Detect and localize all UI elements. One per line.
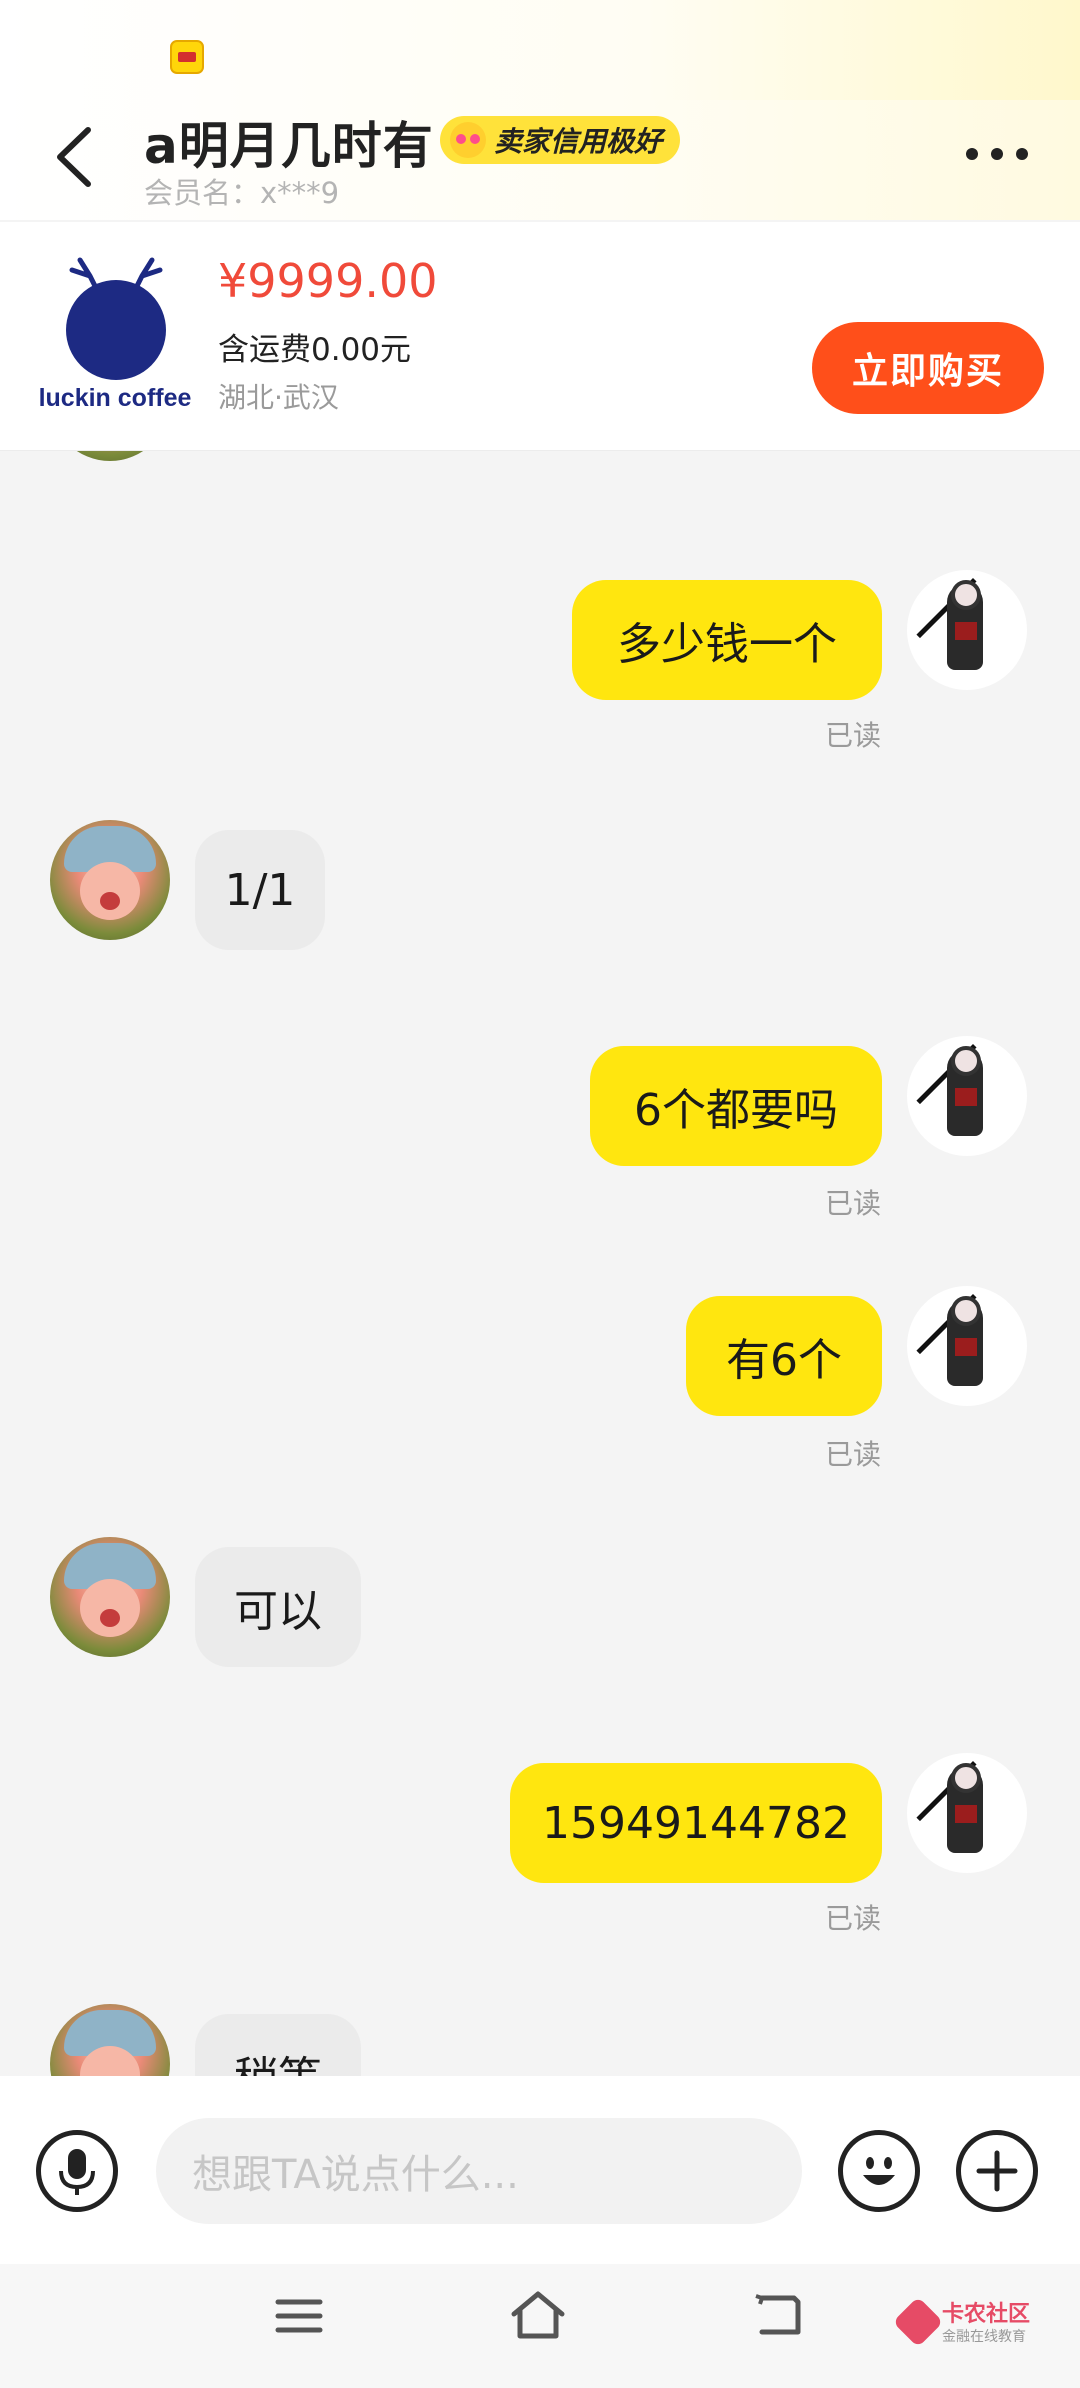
watermark: 卡农社区 金融在线教育: [892, 2296, 1060, 2356]
seller-credit-label: 卖家信用极好: [494, 125, 663, 158]
product-image[interactable]: luckin coffee: [30, 250, 200, 420]
read-status: 已读: [825, 1438, 882, 1471]
seller-avatar[interactable]: [50, 451, 170, 461]
message-bubble[interactable]: 6个都要吗: [590, 1046, 882, 1166]
product-price: ¥9999.00: [218, 254, 438, 308]
chat-list[interactable]: 多少钱一个 已读 1/1 6个都要吗 已读 有6个 已读 可以 15949144…: [0, 451, 1080, 2076]
nav-back-icon[interactable]: [752, 2292, 804, 2340]
nav-home-icon[interactable]: [508, 2290, 568, 2340]
read-status: 已读: [825, 719, 882, 752]
message-bubble[interactable]: 稍等: [195, 2014, 361, 2076]
my-avatar[interactable]: [907, 1286, 1027, 1406]
product-location: 湖北·武汉: [218, 381, 339, 414]
luckin-deer-icon: [66, 280, 166, 380]
plus-icon[interactable]: [956, 2130, 1038, 2212]
back-arrow-icon[interactable]: [48, 122, 108, 192]
read-status: 已读: [825, 1187, 882, 1220]
app-notification-icon: [170, 40, 204, 74]
message-bubble[interactable]: 多少钱一个: [572, 580, 882, 700]
heart-eyes-icon: [450, 122, 486, 158]
seller-name[interactable]: a明月几时有: [144, 106, 434, 178]
message-bubble[interactable]: 可以: [195, 1547, 361, 1667]
product-logo-text: luckin coffee: [38, 384, 192, 412]
member-name: 会员名：x***9: [144, 176, 340, 210]
nav-menu-icon[interactable]: [274, 2296, 324, 2336]
more-icon[interactable]: [966, 148, 1028, 162]
seller-credit-badge: 卖家信用极好: [440, 116, 681, 164]
seller-avatar[interactable]: [50, 2004, 170, 2076]
my-avatar[interactable]: [907, 570, 1027, 690]
shipping-fee: 含运费0.00元: [218, 332, 412, 368]
status-bar: [0, 0, 1080, 100]
message-bubble[interactable]: 1/1: [195, 830, 325, 950]
read-status: 已读: [825, 1902, 882, 1935]
kanong-logo-icon: [892, 2296, 944, 2348]
buy-now-button[interactable]: 立即购买: [812, 322, 1044, 414]
my-avatar[interactable]: [907, 1036, 1027, 1156]
message-bubble[interactable]: 15949144782: [510, 1763, 882, 1883]
watermark-name: 卡农社区: [942, 2302, 1031, 2327]
seller-avatar[interactable]: [50, 820, 170, 940]
emoji-icon[interactable]: [838, 2130, 920, 2212]
seller-avatar[interactable]: [50, 1537, 170, 1657]
voice-icon[interactable]: [36, 2130, 118, 2212]
watermark-tagline: 金融在线教育: [942, 2329, 1026, 2345]
my-avatar[interactable]: [907, 1753, 1027, 1873]
message-input[interactable]: 想跟TA说点什么...: [156, 2118, 802, 2224]
message-bubble[interactable]: 有6个: [686, 1296, 882, 1416]
